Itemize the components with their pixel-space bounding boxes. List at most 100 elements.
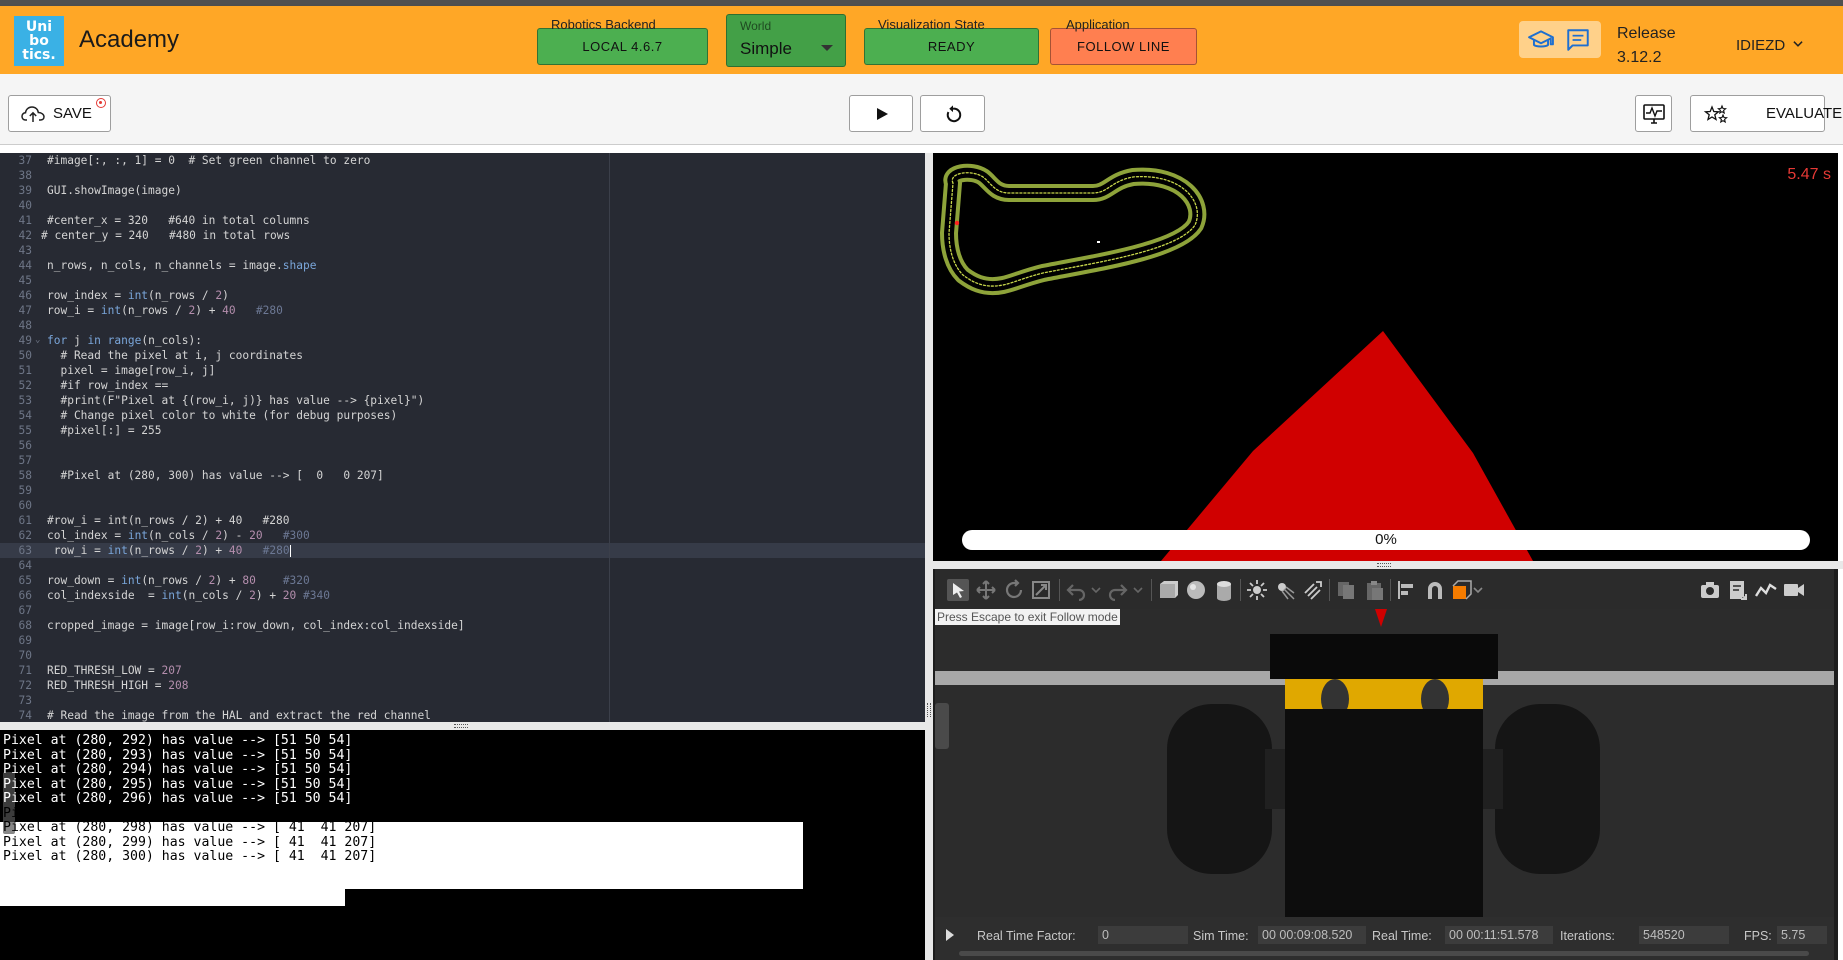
directional-light-icon[interactable] [1302, 579, 1324, 601]
code-line[interactable]: 51 pixel = image[row_i, j] [0, 363, 925, 378]
robotics-backend-button[interactable]: LOCAL 4.6.7 [537, 28, 708, 65]
view-angle-icon[interactable] [1451, 579, 1473, 601]
code-line[interactable]: 50 # Read the pixel at i, j coordinates [0, 348, 925, 363]
video-record-icon[interactable] [1783, 579, 1805, 601]
monitor-button[interactable] [1635, 95, 1672, 132]
code-line[interactable]: 44 n_rows, n_cols, n_channels = image.sha… [0, 258, 925, 273]
play-button[interactable] [849, 95, 913, 132]
code-line[interactable]: 57 [0, 453, 925, 468]
editor-console-splitter[interactable] [0, 722, 925, 730]
chevron-down-icon[interactable] [1132, 579, 1144, 601]
redo-icon[interactable] [1107, 579, 1129, 601]
gazebo-3d-scene[interactable] [935, 609, 1834, 917]
code-line[interactable]: 49 ⌄ for j in range(n_cols): [0, 333, 925, 348]
main-vertical-splitter[interactable] [925, 153, 933, 960]
code-line[interactable]: 37 #image[:, :, 1] = 0 # Set green channe… [0, 153, 925, 168]
gazebo-horizontal-scrollbar[interactable] [959, 951, 1809, 956]
translate-icon[interactable] [975, 579, 997, 601]
code-line[interactable]: 58 #Pixel at (280, 300) has value --> [ … [0, 468, 925, 483]
visualization-state-group: READY Visualization State [864, 14, 1039, 67]
code-line[interactable]: 62 col_index = int(n_cols / 2) - 20 #300 [0, 528, 925, 543]
cylinder-shape-icon[interactable] [1213, 579, 1235, 601]
save-button[interactable]: SAVE [8, 95, 111, 132]
fold-toggle-icon[interactable]: ⌄ [35, 333, 40, 348]
line-number: 70 [18, 649, 32, 662]
code-line[interactable]: 64 [0, 558, 925, 573]
rotate-icon[interactable] [1003, 579, 1025, 601]
box-shape-icon[interactable] [1157, 579, 1179, 601]
align-icon[interactable] [1396, 579, 1418, 601]
code-line[interactable]: 43 [0, 243, 925, 258]
log-icon[interactable] [1727, 579, 1749, 601]
code-line[interactable]: 41 #center_x = 320 #640 in total columns [0, 213, 925, 228]
line-number: 42 [18, 229, 32, 242]
code-line[interactable]: 53 #print(F"Pixel at {(row_i, j)} has va… [0, 393, 925, 408]
chevron-down-icon[interactable] [1090, 579, 1102, 601]
camera-gazebo-splitter[interactable] [933, 561, 1843, 569]
sphere-shape-icon[interactable] [1185, 579, 1207, 601]
code-line[interactable]: 69 [0, 633, 925, 648]
code-editor[interactable]: 74 # Read the image from the HAL and extr… [0, 153, 925, 722]
chevron-down-icon[interactable] [1472, 579, 1484, 601]
undo-icon[interactable] [1065, 579, 1087, 601]
code-line[interactable]: 46 row_index = int(n_rows / 2) [0, 288, 925, 303]
plot-icon[interactable] [1755, 579, 1777, 601]
code-line[interactable]: 40 [0, 198, 925, 213]
code-line[interactable]: 47 row_i = int(n_rows / 2) + 40 #280 [0, 303, 925, 318]
scale-icon[interactable] [1030, 579, 1052, 601]
line-number: 49 [18, 334, 32, 347]
gazebo-side-panel-toggle[interactable] [935, 703, 949, 749]
visualization-state-button[interactable]: READY [864, 28, 1039, 65]
code-line[interactable]: 70 [0, 648, 925, 663]
code-line[interactable]: 59 [0, 483, 925, 498]
point-light-icon[interactable] [1246, 579, 1268, 601]
code-text: for j in range(n_cols): [47, 334, 202, 347]
code-line[interactable]: 42 # center_y = 240 #480 in total rows [0, 228, 925, 243]
graduation-cap-icon[interactable] [1528, 27, 1554, 53]
code-line[interactable]: 63 row_i = int(n_rows / 2) + 40 #280 [0, 543, 925, 558]
code-line[interactable]: 66 col_indexside = int(n_cols / 2) + 20 #… [0, 588, 925, 603]
code-line[interactable]: 65 row_down = int(n_rows / 2) + 80 #320 [0, 573, 925, 588]
select-arrow-icon[interactable] [947, 579, 969, 601]
code-line[interactable]: 61 #row_i = int(n_rows / 2) + 40 #280 [0, 513, 925, 528]
line-number: 47 [18, 304, 32, 317]
camera-icon[interactable] [1699, 579, 1721, 601]
code-text: RED_THRESH_HIGH = 208 [47, 679, 189, 692]
code-line[interactable]: 74 # Read the image from the HAL and extr… [0, 708, 925, 722]
code-line[interactable]: 67 [0, 603, 925, 618]
spot-light-icon[interactable] [1274, 579, 1296, 601]
code-text: # Read the pixel at i, j coordinates [47, 349, 303, 362]
line-number: 58 [18, 469, 32, 482]
console-output[interactable]: Pixel at (280, 292) has value --> [51 50… [0, 730, 925, 960]
play-icon[interactable] [945, 928, 955, 942]
code-line[interactable]: 45 [0, 273, 925, 288]
code-line[interactable]: 71 RED_THRESH_LOW = 207 [0, 663, 925, 678]
magnet-icon[interactable] [1424, 579, 1446, 601]
code-line[interactable]: 54 # Change pixel color to white (for de… [0, 408, 925, 423]
chevron-down-icon[interactable] [1791, 37, 1805, 51]
chat-icon[interactable] [1565, 27, 1591, 53]
code-line[interactable]: 68 cropped_image = image[row_i:row_down, … [0, 618, 925, 633]
user-menu-label[interactable]: IDIEZD [1736, 37, 1785, 54]
code-line[interactable]: 55 #pixel[:] = 255 [0, 423, 925, 438]
gazebo-viewer[interactable]: Press Escape to exit Follow mode Real Ti… [933, 569, 1838, 960]
application-button[interactable]: FOLLOW LINE [1050, 28, 1197, 65]
code-line[interactable]: 38 [0, 168, 925, 183]
code-line[interactable]: 52 #if row_index == [0, 378, 925, 393]
application-label: Application [1066, 17, 1130, 32]
text-selection [0, 889, 345, 906]
code-line[interactable]: 60 [0, 498, 925, 513]
code-line[interactable]: 48 [0, 318, 925, 333]
world-select[interactable]: World Simple [726, 14, 846, 67]
line-number: 45 [18, 274, 32, 287]
reset-button[interactable] [920, 95, 985, 132]
code-line[interactable]: 73 [0, 693, 925, 708]
evaluate-button[interactable]: EVALUATE [1690, 95, 1842, 132]
code-line[interactable]: 72 RED_THRESH_HIGH = 208 [0, 678, 925, 693]
paste-icon[interactable] [1363, 579, 1385, 601]
code-line[interactable]: 56 [0, 438, 925, 453]
copy-icon[interactable] [1335, 579, 1357, 601]
toolbar-separator [1390, 579, 1391, 601]
code-line[interactable]: 39 GUI.showImage(image) [0, 183, 925, 198]
unibotics-logo[interactable]: Uni bo tics. [14, 16, 64, 66]
